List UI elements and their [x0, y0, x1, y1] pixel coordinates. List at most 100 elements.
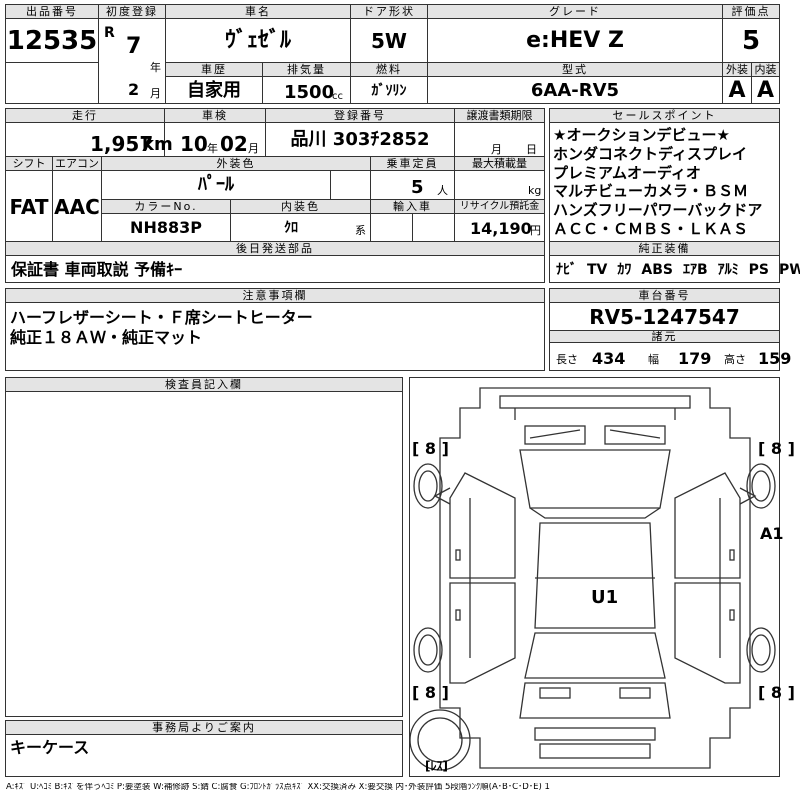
sales-point-line: プレミアムオーディオ [553, 163, 701, 182]
car-diagram [410, 387, 776, 771]
transfer-header: 譲渡書類期限 [455, 109, 544, 123]
exterior-score: A [728, 77, 746, 103]
damage-mark-u1: U1 [591, 587, 619, 608]
load-header: 最大積載量 [455, 157, 544, 171]
colorno-header: カラーNo. [102, 200, 230, 214]
tire-front-right: [ 8 ] [758, 439, 795, 458]
equipment-item: ABS [641, 262, 673, 278]
reg-year-unit: 年 [150, 61, 161, 74]
sales-points-list: ★オークションデビュー★ ホンダコネクトディスプレイ プレミアムオーディオ マル… [553, 126, 779, 239]
equipment-item: ｶﾜ [617, 262, 632, 278]
capacity-unit: 人 [437, 184, 448, 197]
fuel-header: 燃料 [351, 63, 427, 77]
equipment-item: TV [587, 262, 608, 278]
color-header: 外装色 [102, 157, 370, 171]
inspection-year: 10 [180, 132, 208, 156]
equipment-item: ﾅﾋﾞ [556, 262, 577, 278]
chassis-number: RV5-1247547 [589, 305, 740, 329]
office-value: キーケース [10, 738, 90, 757]
interior-score: A [756, 77, 775, 103]
capacity-header: 乗車定員 [371, 157, 454, 171]
ac-value: AAC [54, 194, 100, 219]
equipment-item: PS [748, 262, 769, 278]
displacement-header: 排気量 [263, 63, 350, 77]
plate-header: 登録番号 [266, 109, 454, 123]
width-label: 幅 [648, 353, 659, 366]
width-value: 179 [678, 349, 712, 368]
color-value: ﾊﾟｰﾙ [198, 174, 234, 195]
recycle-value: 14,190 [470, 219, 532, 238]
model-value: 6AA-RV5 [530, 79, 620, 101]
transfer-month-unit: 月 [491, 143, 502, 156]
recycle-header: リサイクル預託金 [455, 200, 544, 214]
lot-header: 出品番号 [6, 5, 98, 19]
notes-list: ハーフレザーシート・Ｆ席シートヒーター 純正１８ＡＷ・純正マット [10, 308, 313, 348]
model-header: 型式 [428, 63, 722, 77]
spare-tire-label: [ﾚｽ] [425, 759, 448, 773]
equipment-item: PW [779, 262, 800, 278]
lot-number: 12535 [6, 26, 98, 56]
inspection-month: 02 [220, 132, 248, 156]
exterior-score-header: 外装 [723, 63, 751, 77]
import-header: 輸入車 [371, 200, 454, 214]
equipment-item: ｴｱB [682, 262, 708, 278]
mileage-header: 走行 [6, 109, 164, 123]
inspector-header: 検査員記入欄 [6, 378, 402, 392]
reg-month-unit: 月 [150, 87, 161, 100]
sales-point-line: ホンダコネクトディスプレイ [553, 144, 747, 163]
tire-rear-left: [ 8 ] [412, 683, 449, 702]
later-parts-header: 後日発送部品 [6, 242, 544, 256]
length-label: 長さ [556, 353, 578, 366]
height-label: 高さ [724, 353, 746, 366]
score-value: 5 [741, 26, 761, 56]
car-name: ｳﾞｪｾﾞﾙ [224, 28, 291, 53]
first-reg-header: 初度登録 [99, 5, 165, 19]
inspection-month-unit: 月 [248, 142, 259, 155]
recycle-unit: 円 [530, 224, 541, 237]
mileage-unit: km [142, 134, 173, 155]
car-name-header: 車名 [166, 5, 350, 19]
transfer-day-unit: 日 [526, 143, 537, 156]
history-header: 車歴 [166, 63, 262, 77]
reg-month: 2 [128, 80, 140, 99]
inspection-header: 車検 [165, 109, 265, 123]
inspection-year-unit: 年 [207, 142, 218, 155]
interior-color-header: 内装色 [231, 200, 370, 214]
ac-header: エアコン [53, 157, 101, 171]
sales-point-line: ＡＣＣ・ＣＭＢＳ・ＬＫＡＳ [553, 219, 749, 238]
shift-header: シフト [6, 157, 52, 171]
interior-color-value: ｸﾛ [284, 220, 298, 236]
history-value: 自家用 [187, 79, 241, 101]
grade-value: e:HEV Z [526, 28, 624, 53]
capacity-value: 5 [411, 177, 424, 198]
sales-point-line: ハンズフリーパワーバックドア [553, 201, 763, 219]
inspector-block [5, 377, 403, 717]
equipment-item: ｱﾙﾐ [717, 262, 739, 278]
grade-header: グレード [428, 5, 722, 19]
height-value: 159 [758, 349, 792, 368]
score-header: 評価点 [723, 5, 779, 19]
tire-front-left: [ 8 ] [412, 439, 449, 458]
door-type: 5W [371, 29, 407, 53]
displacement-value: 1500 [284, 82, 335, 103]
interior-color-unit: 系 [355, 224, 366, 237]
sales-points-header: セールスポイント [550, 109, 779, 123]
sales-point-line: ★オークションデビュー★ [553, 126, 730, 144]
reg-year: 7 [126, 34, 142, 59]
plate-number: 品川 303ﾁ2852 [290, 129, 430, 150]
load-unit: kg [528, 184, 542, 197]
tire-rear-right: [ 8 ] [758, 683, 795, 702]
length-value: 434 [592, 349, 626, 368]
era-label: R [104, 25, 115, 41]
equipment-list: ﾅﾋﾞ TV ｶﾜ ABS ｴｱB ｱﾙﾐ PS PW [556, 263, 800, 277]
fuel-value: ｶﾞｿﾘﾝ [371, 82, 407, 99]
note-line: ハーフレザーシート・Ｆ席シートヒーター [10, 308, 313, 327]
office-header: 事務局よりご案内 [6, 721, 402, 735]
sales-point-line: マルチビューカメラ・ＢＳＭ [553, 182, 749, 201]
damage-mark-a1: A1 [760, 524, 784, 543]
displacement-unit: cc [332, 91, 343, 102]
note-line: 純正１８ＡＷ・純正マット [10, 328, 203, 347]
later-parts-value: 保証書 車両取説 予備ｷｰ [11, 260, 183, 279]
notes-header: 注意事項欄 [6, 289, 544, 303]
dimensions-header: 諸元 [550, 331, 779, 343]
